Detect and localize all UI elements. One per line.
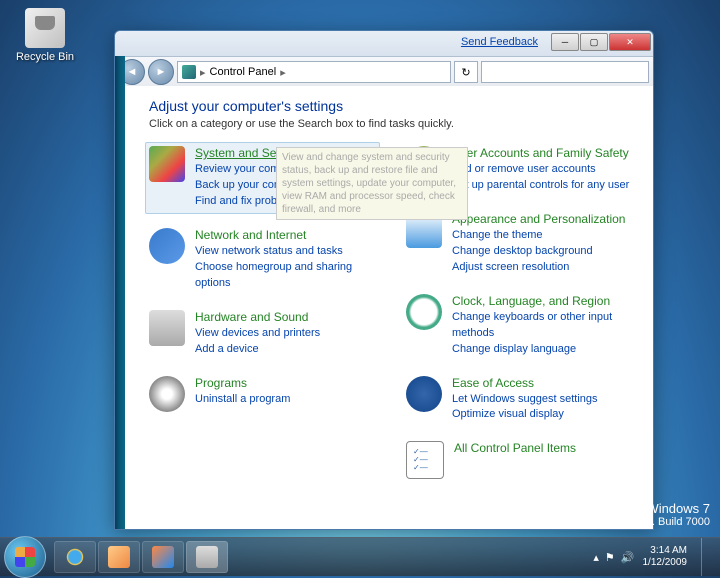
show-desktop-button[interactable] — [701, 538, 712, 576]
category-link[interactable]: Optimize visual display — [452, 407, 633, 423]
tray-up-icon[interactable]: ▴ — [593, 551, 599, 564]
category-system-security[interactable]: System and Security Review your computer… — [145, 142, 380, 214]
toolbar: ◄ ► ▸ Control Panel ▸ ↻ — [115, 57, 653, 88]
ie-icon — [64, 546, 86, 568]
category-ease[interactable]: Ease of Access Let Windows suggest setti… — [406, 376, 633, 424]
category-link[interactable]: Let Windows suggest settings — [452, 392, 633, 408]
address-bar[interactable]: ▸ Control Panel ▸ — [177, 61, 451, 83]
control-panel-icon — [196, 546, 218, 568]
category-link[interactable]: Add or remove user accounts — [452, 162, 633, 178]
watermark: Windows 7 For testing purposes only. Bui… — [529, 501, 710, 528]
maximize-button[interactable]: ▢ — [580, 33, 608, 51]
titlebar[interactable]: Send Feedback ─ ▢ ✕ — [115, 31, 653, 57]
category-link[interactable]: Add a device — [195, 342, 376, 358]
media-player-icon — [152, 546, 174, 568]
category-title[interactable]: Programs — [195, 376, 376, 390]
search-input[interactable] — [486, 62, 648, 76]
chevron-right-icon: ▸ — [280, 66, 286, 79]
breadcrumb[interactable]: Control Panel — [210, 66, 277, 78]
category-clock[interactable]: Clock, Language, and Region Change keybo… — [406, 294, 633, 358]
recycle-bin-icon — [25, 8, 65, 48]
checklist-icon: ✓—✓—✓— — [406, 441, 444, 479]
category-title[interactable]: All Control Panel Items — [454, 441, 633, 455]
category-link[interactable]: Change the theme — [452, 228, 633, 244]
volume-icon[interactable]: 🔊 — [621, 551, 635, 564]
control-panel-window: Send Feedback ─ ▢ ✕ ◄ ► ▸ Control Panel … — [114, 30, 654, 530]
shield-icon — [149, 146, 185, 182]
category-link[interactable]: Uninstall a program — [195, 392, 376, 408]
tray-time: 3:14 AM — [643, 545, 688, 557]
send-feedback-link[interactable]: Send Feedback — [461, 36, 538, 48]
watermark-line2: For testing purposes only. Build 7000 — [529, 516, 710, 528]
printer-icon — [149, 310, 185, 346]
tray-date: 1/12/2009 — [643, 557, 688, 569]
watermark-line1: Windows 7 — [529, 501, 710, 516]
forward-button[interactable]: ► — [148, 59, 174, 85]
category-link[interactable]: View network status and tasks — [195, 244, 376, 260]
category-network[interactable]: Network and Internet View network status… — [149, 228, 376, 292]
chevron-right-icon: ▸ — [200, 66, 206, 79]
control-panel-icon — [182, 65, 196, 79]
category-link[interactable]: Set up parental controls for any user — [452, 178, 633, 194]
taskbar-item-explorer[interactable] — [98, 541, 140, 573]
page-title: Adjust your computer's settings — [149, 98, 633, 114]
page-subtitle: Click on a category or use the Search bo… — [149, 118, 633, 130]
taskbar-item-media[interactable] — [142, 541, 184, 573]
category-appearance[interactable]: Appearance and Personalization Change th… — [406, 212, 633, 276]
taskbar-item-ie[interactable] — [54, 541, 96, 573]
content-area: Adjust your computer's settings Click on… — [125, 86, 653, 529]
category-hardware[interactable]: Hardware and Sound View devices and prin… — [149, 310, 376, 358]
disc-icon — [149, 376, 185, 412]
system-tray: ▴ ⚑ 🔊 3:14 AM 1/12/2009 — [593, 538, 720, 576]
search-box[interactable] — [481, 61, 649, 83]
category-link[interactable]: Choose homegroup and sharing options — [195, 260, 376, 292]
category-title[interactable]: Clock, Language, and Region — [452, 294, 633, 308]
close-button[interactable]: ✕ — [609, 33, 651, 51]
ease-of-access-icon — [406, 376, 442, 412]
category-title[interactable]: Hardware and Sound — [195, 310, 376, 324]
category-title[interactable]: Ease of Access — [452, 376, 633, 390]
refresh-button[interactable]: ↻ — [454, 61, 478, 83]
category-title[interactable]: Appearance and Personalization — [452, 212, 633, 226]
category-link[interactable]: View devices and printers — [195, 326, 376, 342]
desktop-icon-recycle-bin[interactable]: Recycle Bin — [15, 8, 75, 63]
category-title[interactable]: User Accounts and Family Safety — [452, 146, 633, 160]
start-button[interactable] — [4, 536, 46, 578]
taskbar-item-control-panel[interactable] — [186, 541, 228, 573]
globe-icon — [149, 228, 185, 264]
recycle-bin-label: Recycle Bin — [15, 51, 75, 63]
taskbar: ▴ ⚑ 🔊 3:14 AM 1/12/2009 — [0, 537, 720, 576]
minimize-button[interactable]: ─ — [551, 33, 579, 51]
category-all-items[interactable]: ✓—✓—✓— All Control Panel Items — [406, 441, 633, 479]
window-left-edge — [115, 56, 125, 529]
folder-icon — [108, 546, 130, 568]
category-title[interactable]: Network and Internet — [195, 228, 376, 242]
tooltip: View and change system and security stat… — [276, 147, 468, 220]
category-link[interactable]: Adjust screen resolution — [452, 260, 633, 276]
action-center-icon[interactable]: ⚑ — [605, 551, 615, 564]
category-link[interactable]: Change desktop background — [452, 244, 633, 260]
category-programs[interactable]: Programs Uninstall a program — [149, 376, 376, 412]
category-link[interactable]: Change display language — [452, 342, 633, 358]
tray-clock[interactable]: 3:14 AM 1/12/2009 — [643, 545, 688, 569]
category-link[interactable]: Change keyboards or other input methods — [452, 310, 633, 342]
clock-icon — [406, 294, 442, 330]
